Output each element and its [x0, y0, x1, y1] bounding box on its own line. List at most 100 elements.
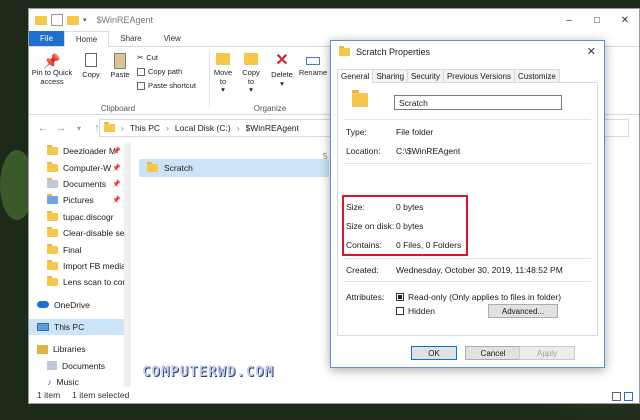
- readonly-checkbox[interactable]: [396, 293, 404, 301]
- ok-button[interactable]: OK: [411, 346, 457, 360]
- cloud-icon: [37, 301, 49, 309]
- tab-previous-versions[interactable]: Previous Versions: [442, 69, 515, 82]
- list-item[interactable]: Scratch: [139, 159, 329, 177]
- breadcrumb-sep: ›: [236, 123, 240, 133]
- nav-item-label: Lens scan to cor: [63, 277, 124, 288]
- documents-icon: [47, 177, 58, 188]
- new-folder-icon[interactable]: [67, 15, 79, 25]
- breadcrumb-this-pc[interactable]: This PC: [130, 123, 160, 133]
- created-label: Created:: [346, 265, 379, 275]
- tab-general[interactable]: General: [337, 69, 374, 84]
- location-label: Location:: [346, 146, 381, 156]
- nav-item-documents[interactable]: Documents 📌: [29, 176, 124, 192]
- copy-label: Copy: [82, 70, 100, 79]
- status-selected: 1 item selected: [72, 390, 130, 400]
- documents-icon: [47, 361, 57, 371]
- advanced-button[interactable]: Advanced...: [488, 304, 558, 318]
- paste-shortcut-button[interactable]: Paste shortcut: [137, 81, 196, 90]
- tab-share[interactable]: Share: [109, 31, 152, 46]
- address-bar[interactable]: › This PC › Local Disk (C:) › $WinREAgen…: [99, 119, 359, 137]
- close-button[interactable]: ✕: [611, 9, 639, 31]
- delete-x-icon: ✕: [275, 52, 289, 69]
- divider: [344, 119, 591, 120]
- cancel-button[interactable]: Cancel: [465, 346, 521, 360]
- minimize-button[interactable]: –: [555, 9, 583, 31]
- breadcrumb-local-disk[interactable]: Local Disk (C:): [175, 123, 231, 133]
- copy-to-icon: [244, 53, 258, 65]
- hidden-checkbox[interactable]: [396, 307, 404, 315]
- paste-button[interactable]: Paste: [107, 53, 133, 80]
- size-value: 0 bytes: [396, 202, 424, 212]
- contains-label: Contains:: [346, 240, 382, 250]
- move-to-label: Move to: [213, 68, 233, 86]
- status-bar: 1 item 1 item selected: [29, 387, 639, 403]
- breadcrumb-winreagent[interactable]: $WinREAgent: [246, 123, 299, 133]
- tab-sharing[interactable]: Sharing: [372, 69, 409, 82]
- cut-button[interactable]: ✂ Cut: [137, 53, 158, 62]
- copy-button[interactable]: Copy: [79, 53, 103, 80]
- maximize-button[interactable]: □: [583, 9, 611, 31]
- breadcrumb-sep: ›: [166, 123, 169, 133]
- view-toggles: [612, 392, 633, 401]
- tab-view[interactable]: View: [153, 31, 192, 46]
- rename-button[interactable]: Rename: [299, 53, 327, 78]
- copy-to-button[interactable]: Copy to ▾: [239, 53, 263, 95]
- pin-icon: 📌: [112, 197, 121, 205]
- paste-icon: [114, 53, 126, 69]
- folder-icon: [47, 161, 58, 172]
- folder-icon: [339, 46, 350, 56]
- general-tab-panel: Scratch Type: File folder Location: C:\$…: [337, 83, 598, 336]
- cut-label: Cut: [146, 53, 158, 62]
- folder-name-field[interactable]: Scratch: [394, 95, 562, 110]
- folder-icon: [47, 259, 58, 270]
- nav-item-deezloader[interactable]: Deezloader M 📌: [29, 143, 124, 159]
- nav-pane-scrollbar[interactable]: [125, 143, 131, 387]
- properties-dialog: Scratch Properties ✕ General Sharing Sec…: [330, 40, 605, 368]
- nav-item-lens-scan[interactable]: Lens scan to cor: [29, 274, 124, 290]
- delete-button[interactable]: ✕ Delete ▾: [269, 53, 295, 88]
- nav-item-clear-disable[interactable]: Clear-disable sea: [29, 225, 124, 241]
- organize-group-label: Organize: [253, 104, 287, 113]
- explorer-titlebar: ▾ $WinREAgent – □ ✕: [29, 9, 639, 31]
- nav-item-label: Deezloader M: [63, 146, 116, 157]
- pin-icon: 📌: [112, 180, 121, 188]
- pin-label: Pin to Quick access: [31, 68, 73, 86]
- apply-button[interactable]: Apply: [519, 346, 575, 360]
- back-arrow-icon[interactable]: ←: [37, 122, 49, 134]
- nav-item-pictures[interactable]: Pictures 📌: [29, 192, 124, 208]
- nav-item-tupac[interactable]: tupac.discogr: [29, 209, 124, 225]
- tab-file[interactable]: File: [29, 31, 64, 46]
- tab-home[interactable]: Home: [63, 31, 110, 47]
- navigation-pane: Deezloader M 📌 Computer-W 📌 Documents 📌 Pic…: [29, 143, 125, 387]
- details-view-icon[interactable]: [612, 392, 621, 401]
- folder-icon: [104, 122, 115, 132]
- copy-path-button[interactable]: Copy path: [137, 67, 182, 76]
- recent-locations-icon[interactable]: ▾: [73, 124, 85, 133]
- forward-arrow-icon[interactable]: →: [55, 122, 67, 134]
- music-icon: ♪: [47, 377, 52, 388]
- nav-item-this-pc[interactable]: This PC: [29, 318, 124, 336]
- quick-access-dropdown-icon[interactable]: ▾: [83, 16, 87, 24]
- nav-item-libraries[interactable]: Libraries: [29, 341, 124, 357]
- folder-icon: [47, 145, 58, 156]
- nav-item-lib-documents[interactable]: Documents: [29, 358, 124, 374]
- dialog-close-button[interactable]: ✕: [587, 45, 596, 58]
- nav-item-label: tupac.discogr: [63, 211, 114, 222]
- large-icons-view-icon[interactable]: [624, 392, 633, 401]
- nav-item-computer-w[interactable]: Computer-W 📌: [29, 159, 124, 175]
- type-label: Type:: [346, 127, 367, 137]
- nav-item-final[interactable]: Final: [29, 241, 124, 257]
- folder-icon: [47, 276, 58, 287]
- properties-icon[interactable]: [51, 14, 63, 26]
- window-title: $WinREAgent: [96, 15, 154, 25]
- libraries-icon: [37, 344, 48, 354]
- nav-item-onedrive[interactable]: OneDrive: [29, 297, 124, 313]
- nav-item-import-fb[interactable]: Import FB media: [29, 258, 124, 274]
- move-to-button[interactable]: Move to ▾: [211, 53, 235, 95]
- size-label: Size:: [346, 202, 365, 212]
- tab-security[interactable]: Security: [407, 69, 444, 82]
- chevron-down-icon: ▾: [221, 85, 225, 95]
- folder-icon: [47, 243, 58, 254]
- tab-customize[interactable]: Customize: [513, 69, 560, 82]
- pin-to-quick-access-button[interactable]: 📌 Pin to Quick access: [31, 53, 73, 86]
